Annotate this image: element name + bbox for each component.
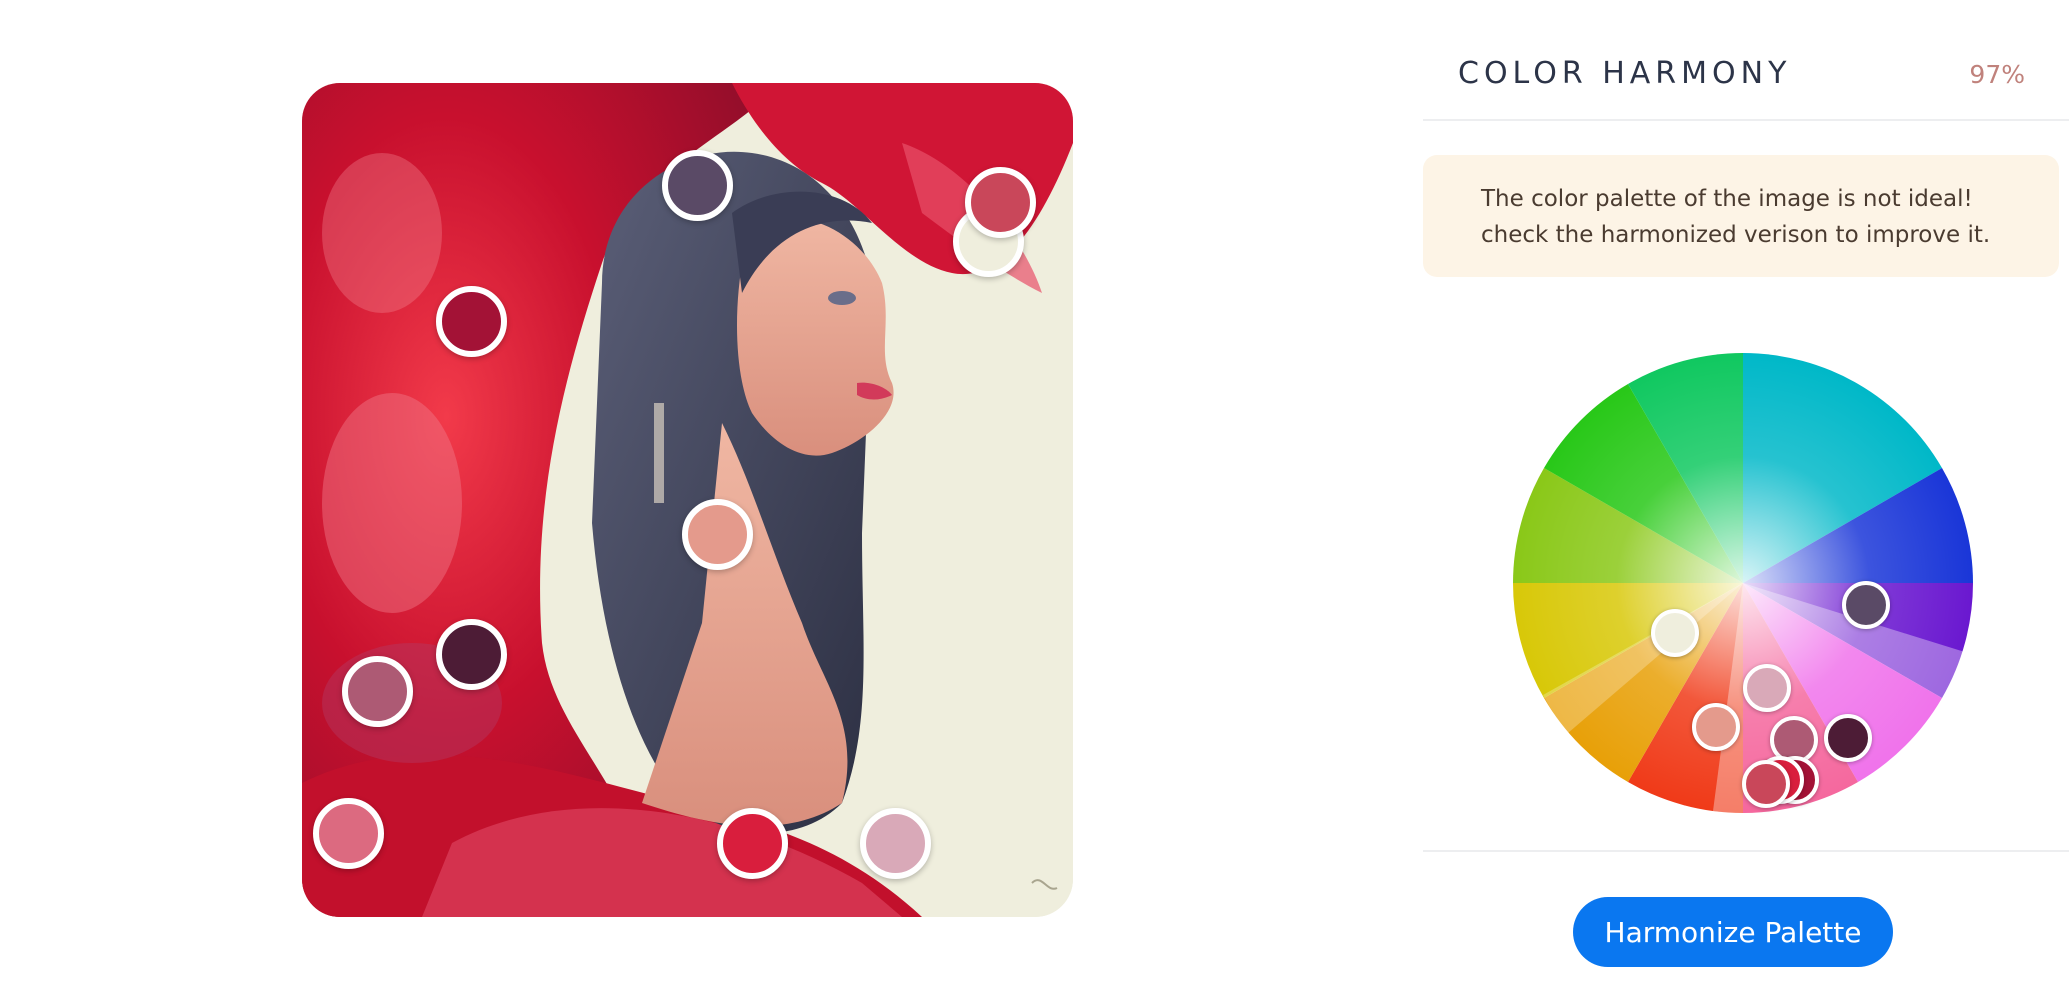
wheel-dot-plum[interactable] — [1842, 581, 1890, 629]
warning-alert: The color palette of the image is not id… — [1423, 155, 2059, 277]
swatch-peach[interactable] — [682, 499, 753, 570]
wheel-dot-light-pink[interactable] — [1743, 664, 1791, 712]
color-harmony-panel: COLOR HARMONY 97% The color palette of t… — [1423, 0, 2069, 996]
panel-title: COLOR HARMONY — [1458, 56, 1792, 91]
swatch-rose-red[interactable] — [965, 167, 1036, 238]
swatch-wine[interactable] — [436, 619, 507, 690]
swatch-red[interactable] — [717, 808, 788, 879]
wheel-dot-rose[interactable] — [1742, 760, 1790, 808]
warning-message: The color palette of the image is not id… — [1481, 186, 1991, 248]
image-canvas — [302, 83, 1073, 917]
swatch-light-pink[interactable] — [860, 808, 931, 879]
wheel-dot-peach[interactable] — [1692, 703, 1740, 751]
wheel-dot-cream[interactable] — [1651, 609, 1699, 657]
color-wheel-graphic — [1513, 353, 1973, 814]
divider — [1423, 119, 2069, 121]
harmonize-palette-button[interactable]: Harmonize Palette — [1573, 897, 1893, 967]
swatch-crimson[interactable] — [436, 286, 507, 357]
wheel-dot-wine[interactable] — [1824, 714, 1872, 762]
swatch-pink[interactable] — [313, 798, 384, 869]
swatch-dark-plum[interactable] — [662, 150, 733, 221]
color-wheel[interactable] — [1513, 353, 1973, 814]
swatch-mauve[interactable] — [342, 656, 413, 727]
harmony-score: 97% — [1969, 60, 2025, 89]
divider — [1423, 850, 2069, 852]
